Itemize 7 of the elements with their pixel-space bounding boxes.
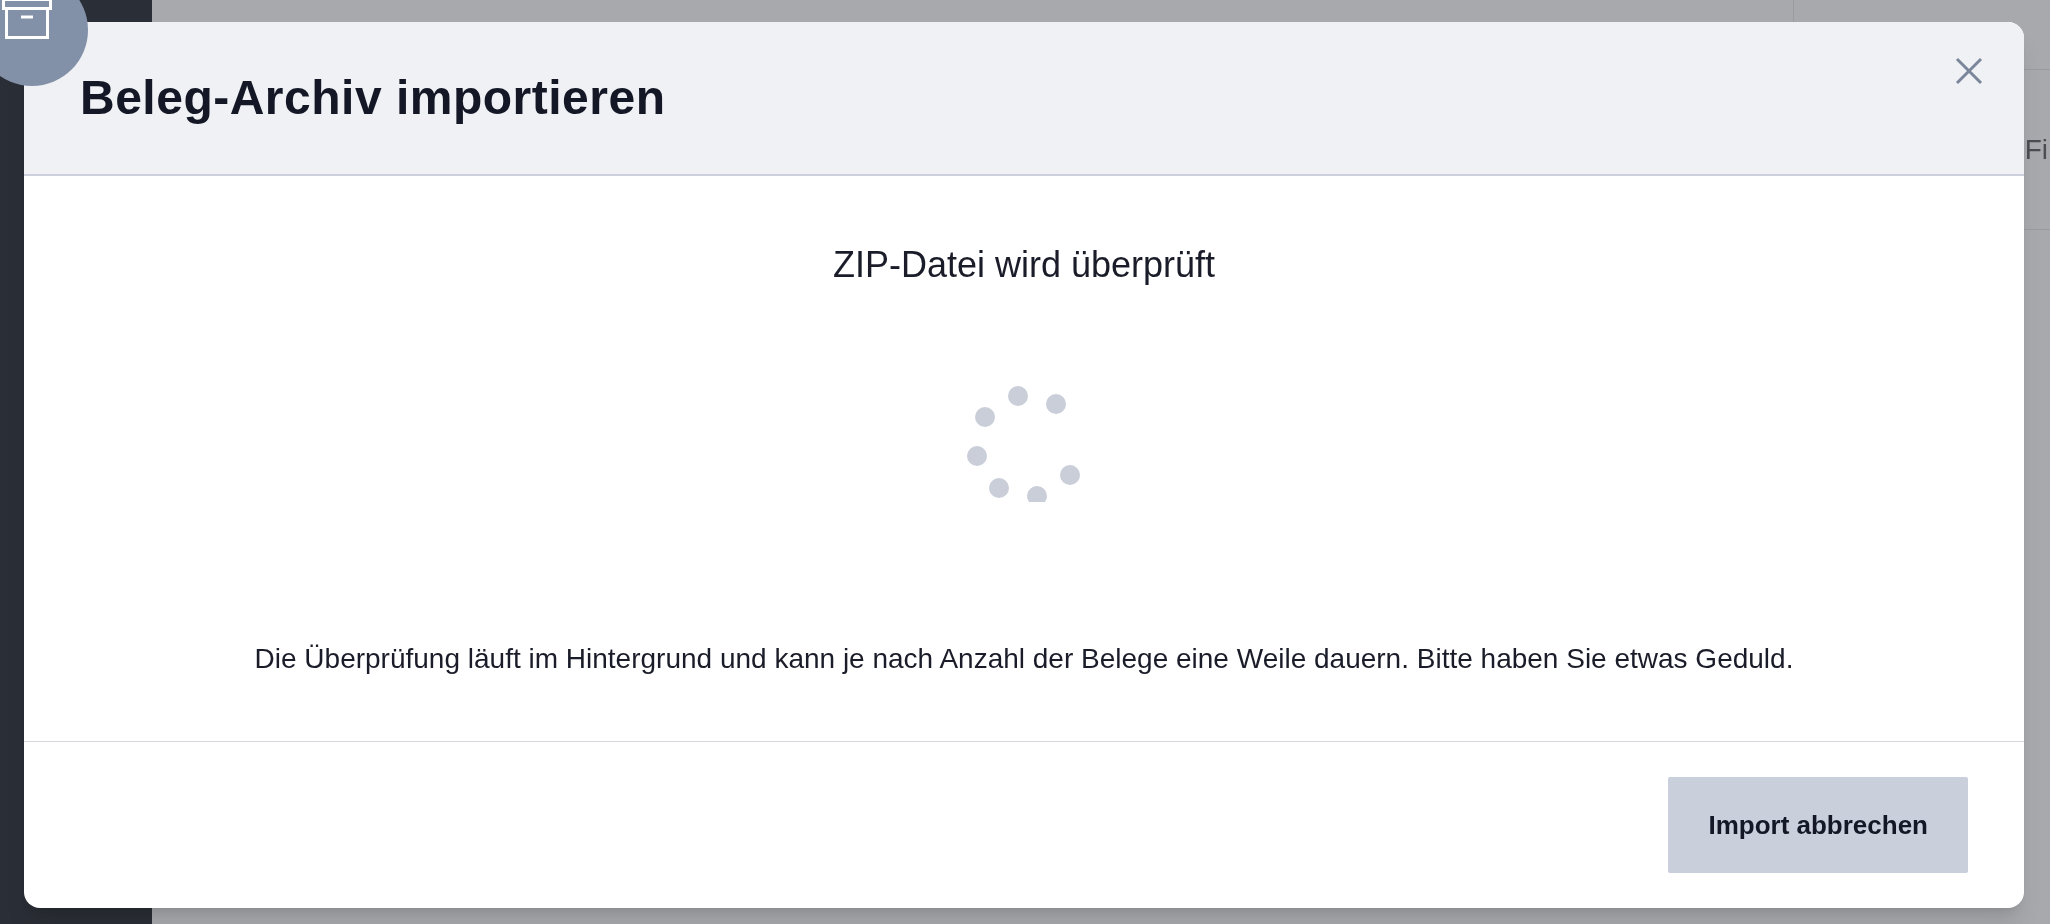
archive-box-icon: [2, 0, 52, 40]
info-text: Die Überprüfung läuft im Hintergrund und kann je nach Anzahl der Belege eine Weile dauern. Bitte haben Sie etwas Geduld.: [254, 642, 1794, 676]
cancel-import-button[interactable]: Import abbrechen: [1668, 777, 1968, 873]
dialog-title: Beleg-Archiv importieren: [80, 70, 666, 126]
close-icon: [1955, 57, 1983, 85]
column-label: Fi: [2024, 132, 2049, 167]
status-text: ZIP-Datei wird überprüft: [832, 243, 1216, 287]
